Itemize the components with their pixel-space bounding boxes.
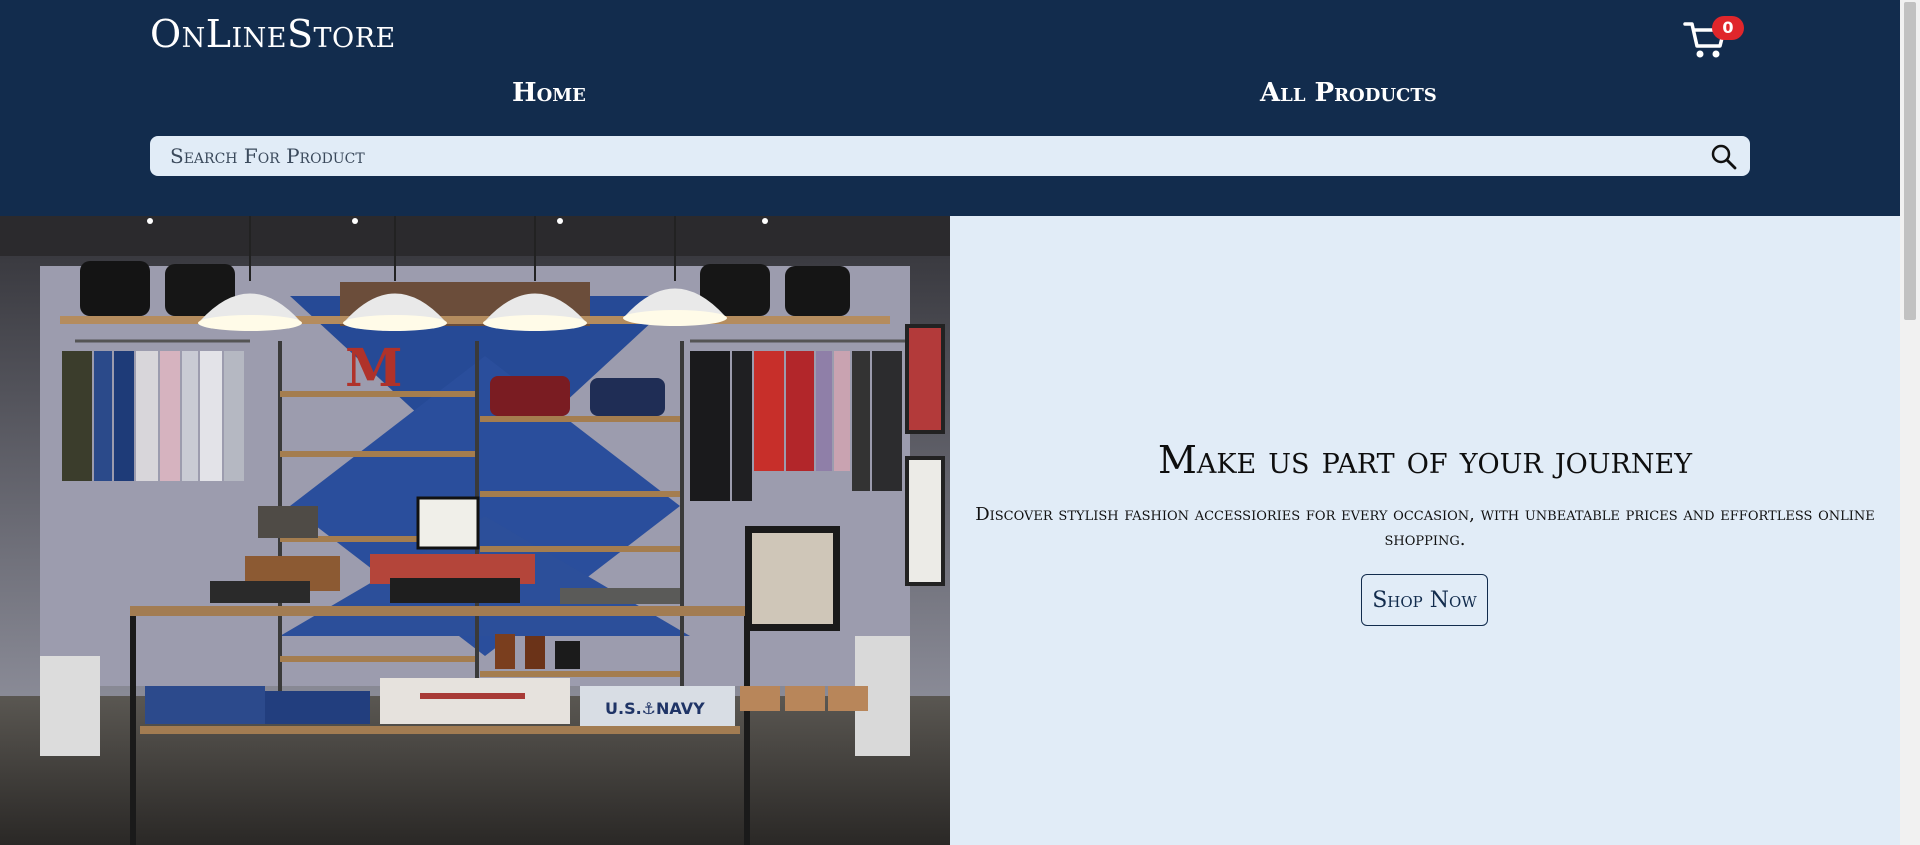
store-interior-illustration: M U.S.⚓NAVY	[0, 216, 950, 845]
nav-all-products-link[interactable]: All Products	[1260, 78, 1437, 108]
nav-home-link[interactable]: Home	[512, 78, 586, 108]
hero-subtitle: Discover stylish fashion accessiories fo…	[975, 504, 1875, 550]
navy-shirt-label: U.S.⚓NAVY	[605, 699, 705, 718]
scrollbar-thumb[interactable]	[1904, 2, 1916, 320]
site-header: OnLineStore 0 Home All Products	[0, 0, 1900, 216]
hero-store-image: M U.S.⚓NAVY	[0, 216, 950, 845]
search-button[interactable]	[1710, 143, 1738, 171]
svg-text:M: M	[345, 338, 403, 399]
cart-button[interactable]: 0	[1682, 16, 1744, 62]
hero-title: Make us part of your journey	[1157, 438, 1693, 482]
site-logo[interactable]: OnLineStore	[150, 12, 396, 56]
search-icon	[1711, 144, 1737, 170]
page-scrollbar[interactable]	[1900, 0, 1920, 845]
hero-content: Make us part of your journey Discover st…	[950, 216, 1900, 845]
shop-now-button[interactable]: Shop Now	[1361, 574, 1488, 626]
cart-count-badge: 0	[1712, 16, 1744, 40]
search-input[interactable]	[168, 136, 1668, 176]
search-bar	[150, 136, 1750, 176]
